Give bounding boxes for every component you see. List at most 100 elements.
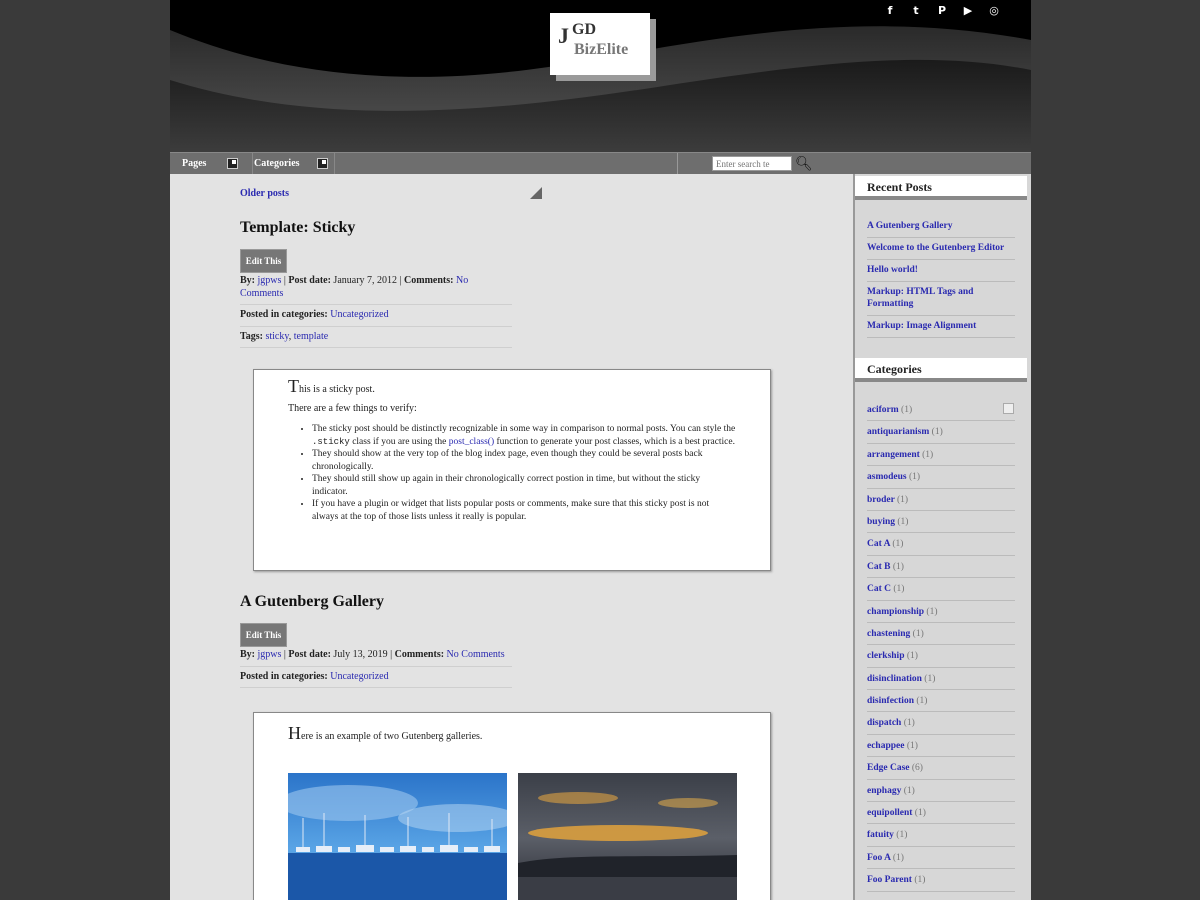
recent-post-link[interactable]: Hello world! <box>867 265 918 275</box>
category-link[interactable]: antiquarianism <box>867 427 929 437</box>
list-item: They should show at the very top of the … <box>312 448 736 473</box>
category-count: (1) <box>924 673 936 684</box>
category-count: (1) <box>916 696 928 707</box>
category-count: (1) <box>912 628 924 639</box>
category-link[interactable]: disinclination <box>867 674 922 684</box>
category-count: (1) <box>892 561 904 572</box>
category-link[interactable]: aciform <box>867 405 899 415</box>
edit-post-button[interactable]: Edit This <box>240 623 287 647</box>
search-input[interactable] <box>712 156 792 171</box>
category-item: equipollent (1) <box>867 802 1015 825</box>
category-item: buying (1) <box>867 511 1015 534</box>
category-link[interactable]: equipollent <box>867 808 912 818</box>
nav-categories-menu[interactable]: Categories <box>241 153 335 175</box>
nav-divider <box>677 153 678 175</box>
category-link[interactable]: enphagy <box>867 786 901 796</box>
category-count: (1) <box>896 830 908 841</box>
recent-posts-list: A Gutenberg Gallery Welcome to the Gutenb… <box>867 216 1015 338</box>
category-link[interactable]: dispatch <box>867 718 901 728</box>
category-link[interactable]: chastening <box>867 629 910 639</box>
older-posts-link[interactable]: Older posts <box>240 188 289 199</box>
dropdown-icon[interactable] <box>1003 403 1014 414</box>
category-link[interactable]: disinfection <box>867 696 914 706</box>
category-count: (1) <box>903 785 915 796</box>
instagram-icon[interactable]: ◎ <box>987 4 1001 17</box>
post-class-link[interactable]: post_class() <box>449 437 494 447</box>
category-count: (1) <box>922 449 934 460</box>
recent-post-item: Hello world! <box>867 260 1015 282</box>
category-link[interactable]: Cat C <box>867 584 891 594</box>
gallery-image-marina[interactable] <box>288 773 507 900</box>
category-link[interactable]: asmodeus <box>867 472 907 482</box>
category-count: (1) <box>892 539 904 550</box>
category-item: Edge Case (6) <box>867 757 1015 780</box>
category-link[interactable]: Foo A <box>867 853 891 863</box>
dropdown-icon[interactable] <box>227 158 238 169</box>
facebook-icon[interactable]: f <box>883 4 897 17</box>
tag-link[interactable]: sticky <box>265 331 288 342</box>
category-item: dispatch (1) <box>867 712 1015 735</box>
category-item: antiquarianism (1) <box>867 421 1015 444</box>
category-link[interactable]: buying <box>867 517 895 527</box>
category-count: (6) <box>911 763 923 774</box>
post-title[interactable]: A Gutenberg Gallery <box>240 593 384 611</box>
category-link[interactable]: Uncategorized <box>330 671 388 682</box>
post-bullet-list: The sticky post should be distinctly rec… <box>288 423 736 523</box>
category-link[interactable]: championship <box>867 607 924 617</box>
category-link[interactable]: broder <box>867 495 895 505</box>
social-links: f t P ▶ ◎ <box>883 4 1001 17</box>
category-item: chastening (1) <box>867 623 1015 646</box>
recent-posts-title: Recent Posts <box>855 176 1027 200</box>
category-link[interactable]: Cat B <box>867 562 891 572</box>
logo-j: J <box>558 23 569 48</box>
recent-post-link[interactable]: Markup: HTML Tags and Formatting <box>867 287 973 309</box>
category-link[interactable]: arrangement <box>867 450 920 460</box>
gallery-image-sunset[interactable] <box>518 773 737 900</box>
category-item: Cat B (1) <box>867 556 1015 579</box>
category-item: broder (1) <box>867 489 1015 511</box>
category-link[interactable]: Cat A <box>867 539 890 549</box>
comments-link[interactable]: No Comments <box>447 649 505 660</box>
recent-post-link[interactable]: Markup: Image Alignment <box>867 321 976 331</box>
post-date: July 13, 2019 <box>333 649 388 660</box>
category-item: arrangement (1) <box>867 444 1015 467</box>
post-title[interactable]: Template: Sticky <box>240 219 355 237</box>
post-meta: By: jgpws | Post date: July 13, 2019 | C… <box>240 649 512 688</box>
youtube-icon[interactable]: ▶ <box>961 4 975 17</box>
category-link[interactable]: Foo Parent <box>867 875 912 885</box>
pinterest-icon[interactable]: P <box>935 4 949 17</box>
site-logo[interactable]: J GD BizElite <box>550 13 650 75</box>
category-link[interactable]: Uncategorized <box>330 309 388 320</box>
recent-post-item: Markup: HTML Tags and Formatting <box>867 282 1015 316</box>
tag-link[interactable]: template <box>294 331 328 342</box>
search-icon[interactable]: 🔍︎ <box>795 156 813 172</box>
sidebar: Recent Posts A Gutenberg Gallery Welcome … <box>853 174 1031 900</box>
category-link[interactable]: Edge Case <box>867 763 910 773</box>
categories-title: Categories <box>855 358 1027 382</box>
main-nav: Pages Categories 🔍︎ <box>170 152 1031 176</box>
edit-post-button[interactable]: Edit This <box>240 249 287 273</box>
sticky-corner-icon <box>530 187 542 199</box>
recent-post-item: Markup: Image Alignment <box>867 316 1015 338</box>
site-header: J GD BizElite f t P ▶ ◎ <box>170 0 1031 152</box>
categories-list: aciform (1) antiquarianism (1) arrangement… <box>867 399 1015 892</box>
category-item: Cat A (1) <box>867 533 1015 556</box>
category-count: (1) <box>914 875 926 886</box>
dropdown-icon[interactable] <box>317 158 328 169</box>
recent-post-link[interactable]: A Gutenberg Gallery <box>867 221 953 231</box>
post-tags: Tags: sticky, template <box>240 331 512 348</box>
category-link[interactable]: fatuity <box>867 830 894 840</box>
list-item: They should still show up again in their… <box>312 473 736 498</box>
author-link[interactable]: jgpws <box>258 649 282 660</box>
list-item: The sticky post should be distinctly rec… <box>312 423 736 448</box>
author-link[interactable]: jgpws <box>258 275 282 286</box>
category-link[interactable]: echappee <box>867 741 904 751</box>
recent-post-link[interactable]: Welcome to the Gutenberg Editor <box>867 243 1004 253</box>
nav-categories-label: Categories <box>254 158 300 169</box>
twitter-icon[interactable]: t <box>909 4 923 17</box>
category-count: (1) <box>893 584 905 595</box>
post-categories: Posted in categories: Uncategorized <box>240 309 512 327</box>
category-count: (1) <box>931 427 943 438</box>
post-date: January 7, 2012 <box>333 275 398 286</box>
category-link[interactable]: clerkship <box>867 651 904 661</box>
